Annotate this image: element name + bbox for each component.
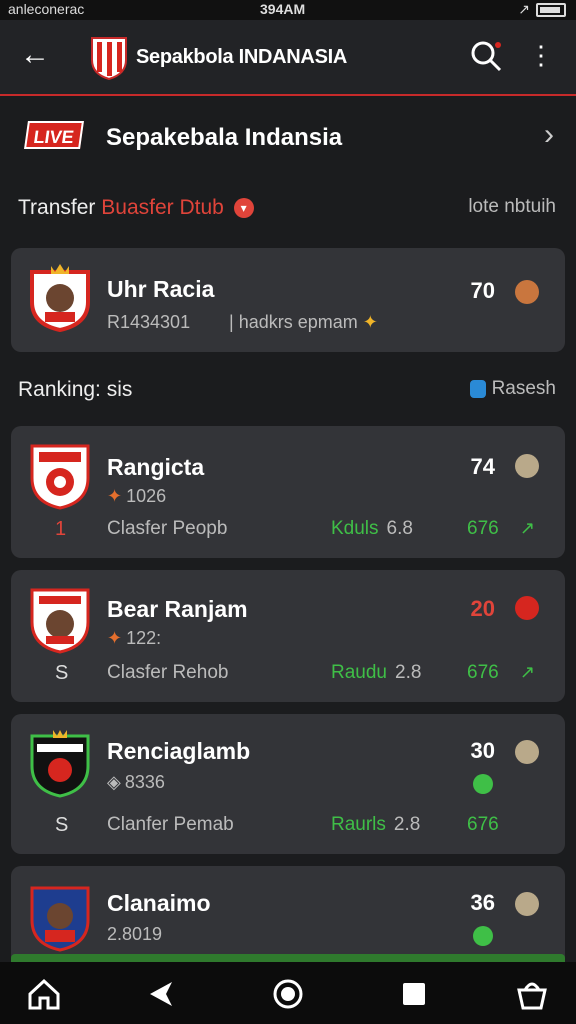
ranking-card[interactable]: Clanaimo 2.8019 36	[11, 866, 565, 962]
trend-up-icon: ↗	[519, 662, 535, 682]
status-green-icon	[473, 926, 493, 946]
ranking-refresh-link[interactable]: Rasesh	[469, 378, 556, 400]
club-rank: S	[55, 662, 69, 684]
home-icon[interactable]	[26, 976, 62, 1012]
club-result: Raudu 2.8	[331, 662, 422, 683]
club-points: 676	[467, 518, 499, 539]
ranking-card[interactable]: Bear Ranjam ✦ 122: 20 S Clasfer Rehob Rau…	[11, 570, 565, 702]
club-sub: ✦ 122:	[107, 628, 162, 648]
club-points: 676	[467, 662, 499, 683]
featured-card[interactable]: Uhr Racia R1434301 | hadkrs epmam ✦ 70	[11, 248, 565, 352]
ball-icon	[515, 892, 539, 916]
live-title: Sepakebala Indansia	[106, 124, 343, 151]
basket-icon[interactable]	[514, 976, 550, 1012]
club-league: Clasfer Rehob	[107, 662, 229, 683]
ranking-label: Ranking: sis	[18, 378, 133, 401]
ranking-card[interactable]: Renciaglamb ◈ 8336 30 S Clanfer Pemab Rau…	[11, 714, 565, 854]
more-icon[interactable]: ⋮	[528, 40, 554, 70]
signal-icon: ↗	[518, 1, 530, 17]
ranking-section-header: Ranking: sis Rasesh	[18, 378, 560, 408]
transfer-label: Transfer	[18, 196, 96, 219]
transfer-badge-icon: ▾	[233, 198, 254, 219]
club-rank: S	[55, 814, 69, 836]
featured-note: | hadkrs epmam ✦	[229, 312, 378, 332]
player-crest	[30, 264, 90, 332]
ball-icon	[515, 740, 539, 764]
clock: 394AM	[260, 1, 306, 17]
refresh-icon	[469, 379, 486, 398]
club-score: 20	[470, 596, 495, 621]
featured-code: R1434301	[107, 312, 191, 332]
system-icons: ↗	[518, 1, 566, 18]
app-bar: ← Sepakbola INDANASIA ⋮	[0, 20, 576, 96]
club-score: 36	[470, 890, 495, 915]
status-bar: anleconerac 394AM ↗	[0, 0, 576, 20]
club-name: Renciaglamb	[107, 738, 251, 764]
club-crest	[30, 444, 90, 510]
live-badge: LIVE	[24, 121, 84, 149]
club-crest	[30, 588, 90, 654]
back-triangle-icon[interactable]	[144, 976, 180, 1012]
back-arrow-icon[interactable]: ←	[20, 40, 50, 70]
club-name: Rangicta	[107, 454, 205, 480]
ball-icon	[515, 454, 539, 478]
search-icon[interactable]	[470, 40, 504, 74]
featured-score: 70	[470, 278, 495, 303]
ranking-card[interactable]: Rangicta ✦ 1026 74 1 Clasfer Peopb Kduls 6…	[11, 426, 565, 558]
featured-name: Uhr Racia	[107, 276, 215, 302]
carrier-label: anleconerac	[8, 1, 85, 17]
transfer-accent: Buasfer Dtub	[101, 196, 224, 219]
club-score: 30	[470, 738, 495, 763]
ball-icon	[515, 280, 539, 304]
club-logo	[91, 37, 127, 80]
club-result: Kduls 6.8	[331, 518, 413, 539]
ball-icon	[515, 596, 539, 620]
circle-home-icon[interactable]	[270, 976, 306, 1012]
status-green-icon	[473, 774, 493, 794]
club-name: Clanaimo	[107, 890, 211, 916]
live-banner[interactable]: LIVE Sepakebala Indansia ›	[0, 100, 576, 170]
progress-strip	[11, 954, 565, 962]
transfer-more-link[interactable]: lote nbtuih	[468, 196, 556, 218]
club-score: 74	[470, 454, 495, 479]
club-sub: ✦ 1026	[107, 486, 167, 506]
club-points: 676	[467, 814, 499, 835]
club-name: Bear Ranjam	[107, 596, 248, 622]
trend-up-icon: ↗	[519, 518, 535, 538]
club-league: Clasfer Peopb	[107, 518, 228, 539]
square-recent-icon[interactable]	[396, 976, 432, 1012]
club-crest	[30, 730, 90, 798]
club-sub: ◈ 8336	[107, 772, 165, 792]
battery-icon	[536, 2, 566, 17]
bottom-nav	[0, 962, 576, 1024]
club-result: Raurls 2.8	[331, 814, 421, 835]
club-league: Clanfer Pemab	[107, 814, 234, 835]
club-rank: 1	[55, 518, 67, 540]
transfer-section-header: Transfer Buasfer Dtub ▾ lote nbtuih	[18, 196, 560, 226]
chevron-right-icon[interactable]: ›	[544, 120, 554, 150]
club-crest	[30, 886, 90, 952]
club-sub: 2.8019	[107, 924, 163, 944]
app-title: Sepakbola INDANASIA	[136, 46, 348, 68]
